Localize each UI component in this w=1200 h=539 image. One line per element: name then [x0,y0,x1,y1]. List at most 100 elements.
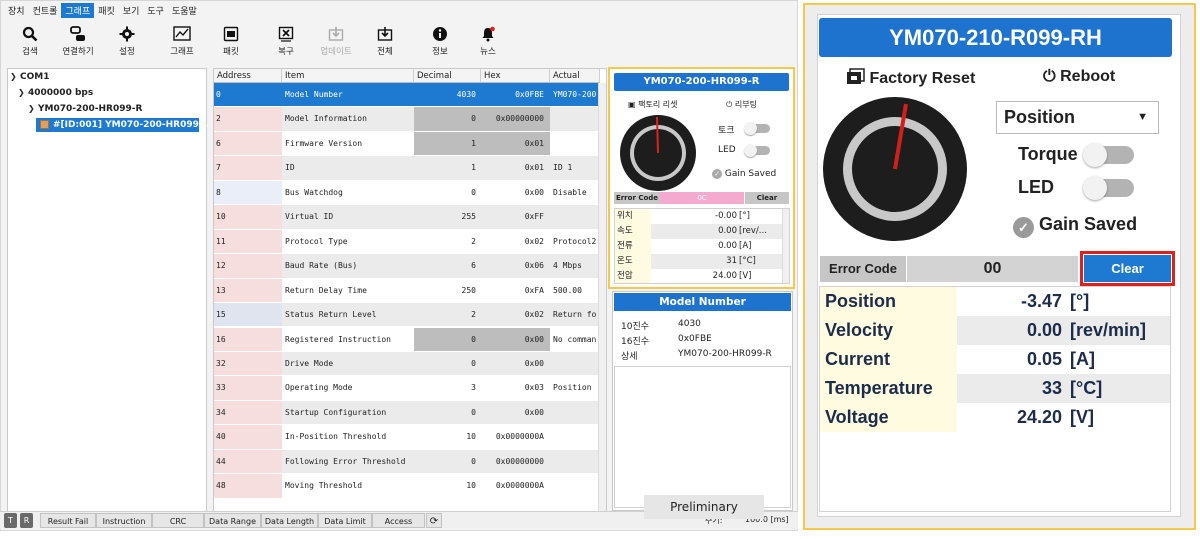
table-row[interactable]: 13 Return Delay Time 250 0xFA 500.00 [214,278,600,303]
error-code-value-big: 00 [907,256,1078,282]
table-row[interactable]: 33 Operating Mode 3 0x03 Position [214,376,600,401]
update-icon [327,26,345,42]
cell-address: 16 [216,334,226,344]
mini-scrollbar[interactable] [782,209,789,283]
cell-decimal: 0 [471,187,476,197]
table-row[interactable]: 8 Bus Watchdog 0 0x00 Disable [214,180,600,206]
cell-decimal: 0 [471,407,476,417]
torque-toggle[interactable] [744,122,770,135]
cell-actual: 500.00 [553,285,582,295]
mini-status-label: 속도 [615,224,651,239]
led-toggle-big[interactable] [1083,176,1134,200]
table-row[interactable]: 44 Following Error Threshold 0 0x00000000 [214,449,600,475]
cell-actual [553,107,599,130]
model-number-card: Model Number 10진수 4030 16진수 0x0FBE 상세 YM… [612,291,793,519]
table-row[interactable]: 0 Model Number 4030 0x0FBE YM070-200 [214,83,600,108]
cell-item: Firmware Version [285,138,363,148]
table-scrollbar[interactable] [598,83,606,511]
table-row[interactable]: 2 Model Information 0 0x00000000 [214,107,600,132]
col-header-item[interactable]: Item [282,69,414,83]
big-status-label: Voltage [820,403,957,432]
menu-bar: 장치 컨트롤 그래프 패킷 보기 도구 도움말 [0,0,798,20]
news-button[interactable]: 뉴스 [458,26,518,57]
status-access[interactable]: Access [372,513,425,528]
mini-status-unit: [°C] [739,256,756,266]
cell-actual: ID 1 [553,163,573,173]
factory-reset-button[interactable]: ▣ 팩토리 리셋 [628,99,677,110]
clear-button-small[interactable]: Clear [745,192,789,204]
col-header-hex[interactable]: Hex [481,69,550,83]
factory-reset-icon: ▣ [628,100,639,109]
led-toggle[interactable] [744,144,770,157]
torque-toggle-big[interactable] [1083,143,1134,167]
table-row[interactable]: 11 Protocol Type 2 0x02 Protocol2 [214,229,600,255]
cell-item: Following Error Threshold [285,456,406,466]
hex-value: 0x0FBE [678,334,712,344]
gain-saved-indicator-big: ✓ Gain Saved [1013,214,1137,238]
col-header-actual[interactable]: Actual [550,69,600,83]
col-header-decimal[interactable]: Decimal [414,69,481,83]
reboot-button[interactable]: ⏻ 리부팅 [726,99,757,110]
menu-packet[interactable]: 패킷 [94,3,119,18]
tree-model[interactable]: ❯ YM070-200-HR099-R [28,104,142,114]
table-row[interactable]: 48 Moving Threshold 10 0x0000000A [214,474,600,499]
status-result-fail[interactable]: Result Fail [40,513,96,528]
settings-label: 설정 [119,47,135,57]
table-row[interactable]: 40 In-Position Threshold 10 0x0000000A [214,425,600,450]
mode-select[interactable]: Position ▼ [996,101,1159,134]
cell-hex: 0x01 [524,163,544,173]
cell-actual [553,401,599,424]
menu-graph[interactable]: 그래프 [61,2,95,18]
settings-button[interactable]: 설정 [97,26,157,57]
cell-address: 48 [216,481,226,491]
table-row[interactable]: 12 Baud Rate (Bus) 6 0x06 4 Mbps [214,254,600,279]
search-icon [21,26,39,42]
tree-port-label: COM1 [20,72,50,82]
model-card-title: Model Number [614,293,791,311]
table-row[interactable]: 6 Firmware Version 1 0x01 [214,131,600,157]
menu-control[interactable]: 컨트롤 [29,3,62,18]
cell-hex: 0x00000000 [495,456,544,466]
status-t-indicator[interactable]: T [4,513,17,528]
refresh-icon[interactable]: ⟳ [426,513,442,528]
table-row[interactable]: 7 ID 1 0x01 ID 1 [214,156,600,181]
table-row[interactable]: 15 Status Return Level 2 0x02 Return fo [214,303,600,328]
mini-status-value: 24.00 [712,271,737,281]
cell-decimal: 10 [466,432,476,442]
tree-device-selected[interactable]: #[ID:001] YM070-200-HR099... [36,118,209,132]
col-header-address[interactable]: Address [214,69,282,83]
menu-device[interactable]: 장치 [4,3,29,18]
cell-hex: 0x03 [524,383,544,393]
table-row[interactable]: 16 Registered Instruction 0 0x00 No comman [214,327,600,352]
table-row[interactable]: 32 Drive Mode 0 0x00 [214,351,600,377]
status-r-indicator[interactable]: R [20,513,33,528]
status-data-range[interactable]: Data Range [204,513,261,528]
all-button[interactable]: 전체 [355,26,415,57]
clear-button[interactable]: Clear [1084,255,1171,282]
position-dial-big[interactable] [822,96,968,242]
big-panel-title: YM070-210-R099-RH [819,18,1172,57]
cell-address: 32 [216,358,226,368]
cell-actual [553,352,599,375]
model-image-area: Preliminary [614,366,791,519]
cell-item: Startup Configuration [285,407,387,417]
tree-port[interactable]: ❯ COM1 [10,72,49,82]
menu-view[interactable]: 보기 [119,3,144,18]
status-data-length[interactable]: Data Length [261,513,318,528]
tree-baud[interactable]: ❯ 4000000 bps [18,88,93,98]
table-row[interactable]: 10 Virtual ID 255 0xFF [214,205,600,230]
packet-button[interactable]: 패킷 [201,26,261,57]
all-label: 전체 [377,47,393,57]
status-crc[interactable]: CRC [152,513,204,528]
table-row[interactable]: 34 Startup Configuration 0 0x00 [214,400,600,426]
mini-status-label: 위치 [615,209,651,224]
status-instruction[interactable]: Instruction [96,513,152,528]
cell-actual: Return fo [553,310,597,320]
cell-hex: 0x02 [524,236,544,246]
menu-tools[interactable]: 도구 [143,3,168,18]
position-dial[interactable] [618,113,698,193]
factory-reset-button-big[interactable]: Factory Reset [845,68,975,88]
menu-help[interactable]: 도움말 [168,3,201,18]
status-data-limit[interactable]: Data Limit [318,513,372,528]
reboot-button-big[interactable]: ⏻ Reboot [1043,68,1115,86]
